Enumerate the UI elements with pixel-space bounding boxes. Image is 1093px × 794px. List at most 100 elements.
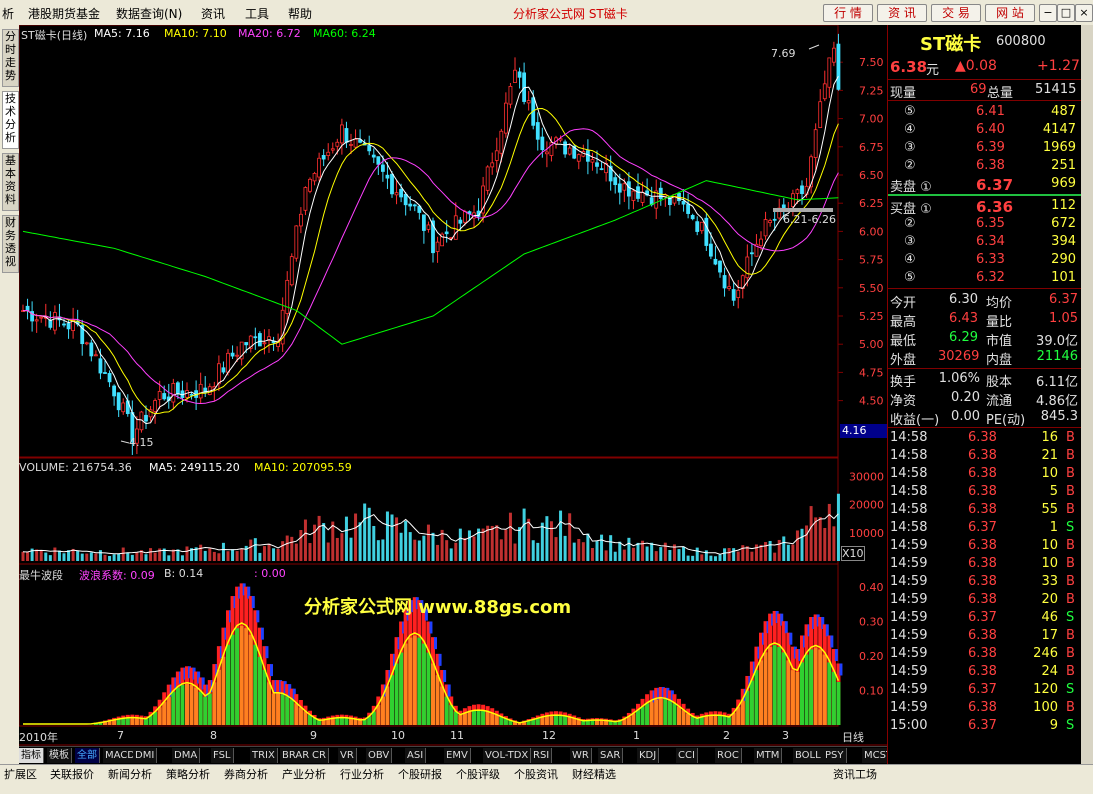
menu-item-news[interactable]: 资讯 [201, 5, 225, 22]
volume-bar [26, 552, 30, 561]
candle-body [153, 400, 158, 412]
menu-item-tools[interactable]: 工具 [245, 5, 269, 22]
indicator-tab[interactable]: VR [338, 748, 357, 763]
bottom-tab[interactable]: 策略分析 [166, 767, 210, 782]
tab-intraday[interactable]: 分时走势 [2, 29, 19, 87]
indicator-tab[interactable]: DMA [172, 748, 201, 763]
bottom-tab[interactable]: 产业分析 [282, 767, 326, 782]
tick-row: 14:59 6.38 10 B [888, 537, 1080, 555]
indicator-bar [453, 711, 458, 725]
indicator-tab[interactable]: 全部 [75, 748, 100, 763]
indicator-tab[interactable]: DMI [133, 748, 158, 763]
high-price-label: 7.69 [771, 47, 796, 60]
indicator-tab[interactable]: BOLL [793, 748, 824, 763]
indicator-tab[interactable]: 模板 [47, 748, 72, 763]
indicator-tab[interactable]: FSL [211, 748, 234, 763]
indicator-tab[interactable]: WR [570, 748, 592, 763]
tick-row: 15:00 6.37 9 S [888, 717, 1080, 735]
bottom-tab[interactable]: 券商分析 [224, 767, 268, 782]
volume-tick-label: 10000 [849, 527, 884, 540]
menu-item-data-query[interactable]: 数据查询(N) [116, 5, 182, 22]
candle-body [93, 354, 98, 357]
tick-side: B [1066, 466, 1075, 481]
tick-price: 6.38 [968, 556, 997, 571]
tab-fundamentals[interactable]: 基本资料 [2, 153, 19, 211]
tick-price: 6.38 [968, 466, 997, 481]
quote-button[interactable]: 行 情 [823, 4, 873, 22]
indicator-tab[interactable]: VOL-TDX [483, 748, 532, 763]
close-icon[interactable]: × [1075, 4, 1093, 22]
candle-body [731, 289, 736, 301]
minimize-icon[interactable]: − [1039, 4, 1057, 22]
bottom-tab[interactable]: 个股评级 [456, 767, 500, 782]
total-volume: 51415 [1035, 82, 1077, 97]
stat-row: 最高 6.43 量比 1.05 [888, 310, 1080, 330]
indicator-bar [472, 710, 476, 725]
tick-side: B [1066, 574, 1075, 589]
candle-body [308, 178, 312, 192]
time-label-sep: 9 [310, 729, 317, 742]
volume-bar [344, 516, 348, 561]
indicator-tab[interactable]: RSI [531, 748, 553, 763]
bottom-tab[interactable]: 新闻分析 [108, 767, 152, 782]
indicator-tab[interactable]: MTM [754, 748, 783, 763]
indicator-tab[interactable]: PSY [823, 748, 847, 763]
indicator-bar [267, 682, 271, 725]
indicator-bar [462, 713, 467, 725]
candle-body [444, 231, 449, 235]
menu-item-help[interactable]: 帮助 [288, 5, 312, 22]
bottom-tab[interactable]: 资讯工场 [833, 767, 877, 782]
bottom-tab[interactable]: 关联报价 [50, 767, 94, 782]
bottom-tab[interactable]: 扩展区 [4, 767, 37, 782]
news-button[interactable]: 资 讯 [877, 4, 927, 22]
indicator-tab[interactable]: KDJ [637, 748, 660, 763]
indicator-bar [786, 660, 791, 725]
indicator-bar [339, 717, 344, 725]
indicator-tab[interactable]: CCI [676, 748, 698, 763]
volume-bar [381, 539, 385, 561]
volume-bar [677, 549, 681, 561]
bottom-tab[interactable]: 财经精选 [572, 767, 616, 782]
period-label[interactable]: 日线 [842, 729, 864, 745]
bid-volume: 101 [1051, 270, 1076, 285]
volume-bar [399, 532, 403, 561]
candle-body [658, 187, 663, 199]
indicator-tab[interactable]: ASI [405, 748, 427, 763]
volume-bar [513, 543, 517, 561]
chart-canvas[interactable]: 7.50 7.25 7.00 6.75 6.50 6.25 6.00 5.75 5.50 5.25… [19, 25, 887, 746]
indicator-tab[interactable]: BRAR [280, 748, 313, 763]
low-price-label: 4.15 [129, 436, 154, 449]
indicator-tab[interactable]: ROC [715, 748, 742, 763]
volume-bar [805, 525, 809, 561]
indicator-tab[interactable]: 指标 [19, 748, 44, 763]
candle-body [294, 225, 299, 259]
chart-area[interactable]: 7.50 7.25 7.00 6.75 6.50 6.25 6.00 5.75 5.50 5.25… [19, 25, 887, 765]
indicator-tab[interactable]: SAR [598, 748, 624, 763]
candle-body [458, 219, 463, 224]
tab-financials[interactable]: 财务透视 [2, 215, 19, 273]
bottom-tab[interactable]: 个股研报 [398, 767, 442, 782]
indicator-blue-mark [834, 649, 838, 662]
tab-technical-analysis[interactable]: 技术分析 [2, 91, 19, 149]
bottom-tab[interactable]: 个股资讯 [514, 767, 558, 782]
indicator-tab[interactable]: CR [310, 748, 329, 763]
wave-coef-label: 波浪系数: 0.09 [79, 569, 155, 582]
ask-row: ④ 6.40 4147 [888, 121, 1080, 139]
indicator-tab[interactable]: OBV [366, 748, 393, 763]
volume-bar [563, 535, 567, 561]
indicator-tab[interactable]: EMV [444, 748, 471, 763]
vertical-scrollbar[interactable] [1081, 25, 1093, 765]
maximize-icon[interactable]: □ [1057, 4, 1075, 22]
ask-price: 6.39 [976, 140, 1005, 155]
volume-bar [376, 540, 380, 561]
b-value-label: B: 0.14 [164, 567, 204, 580]
tick-volume: 10 [1041, 538, 1058, 553]
website-button[interactable]: 网 站 [985, 4, 1035, 22]
trade-button[interactable]: 交 易 [931, 4, 981, 22]
bottom-tab[interactable]: 行业分析 [340, 767, 384, 782]
indicator-tab[interactable]: TRIX [250, 748, 278, 763]
menu-item-analysis[interactable]: 析 [2, 5, 14, 22]
volume-bar [281, 541, 285, 561]
ask-row: ② 6.38 251 [888, 157, 1080, 175]
menu-item-hk-futures[interactable]: 港股期货基金 [28, 5, 100, 22]
